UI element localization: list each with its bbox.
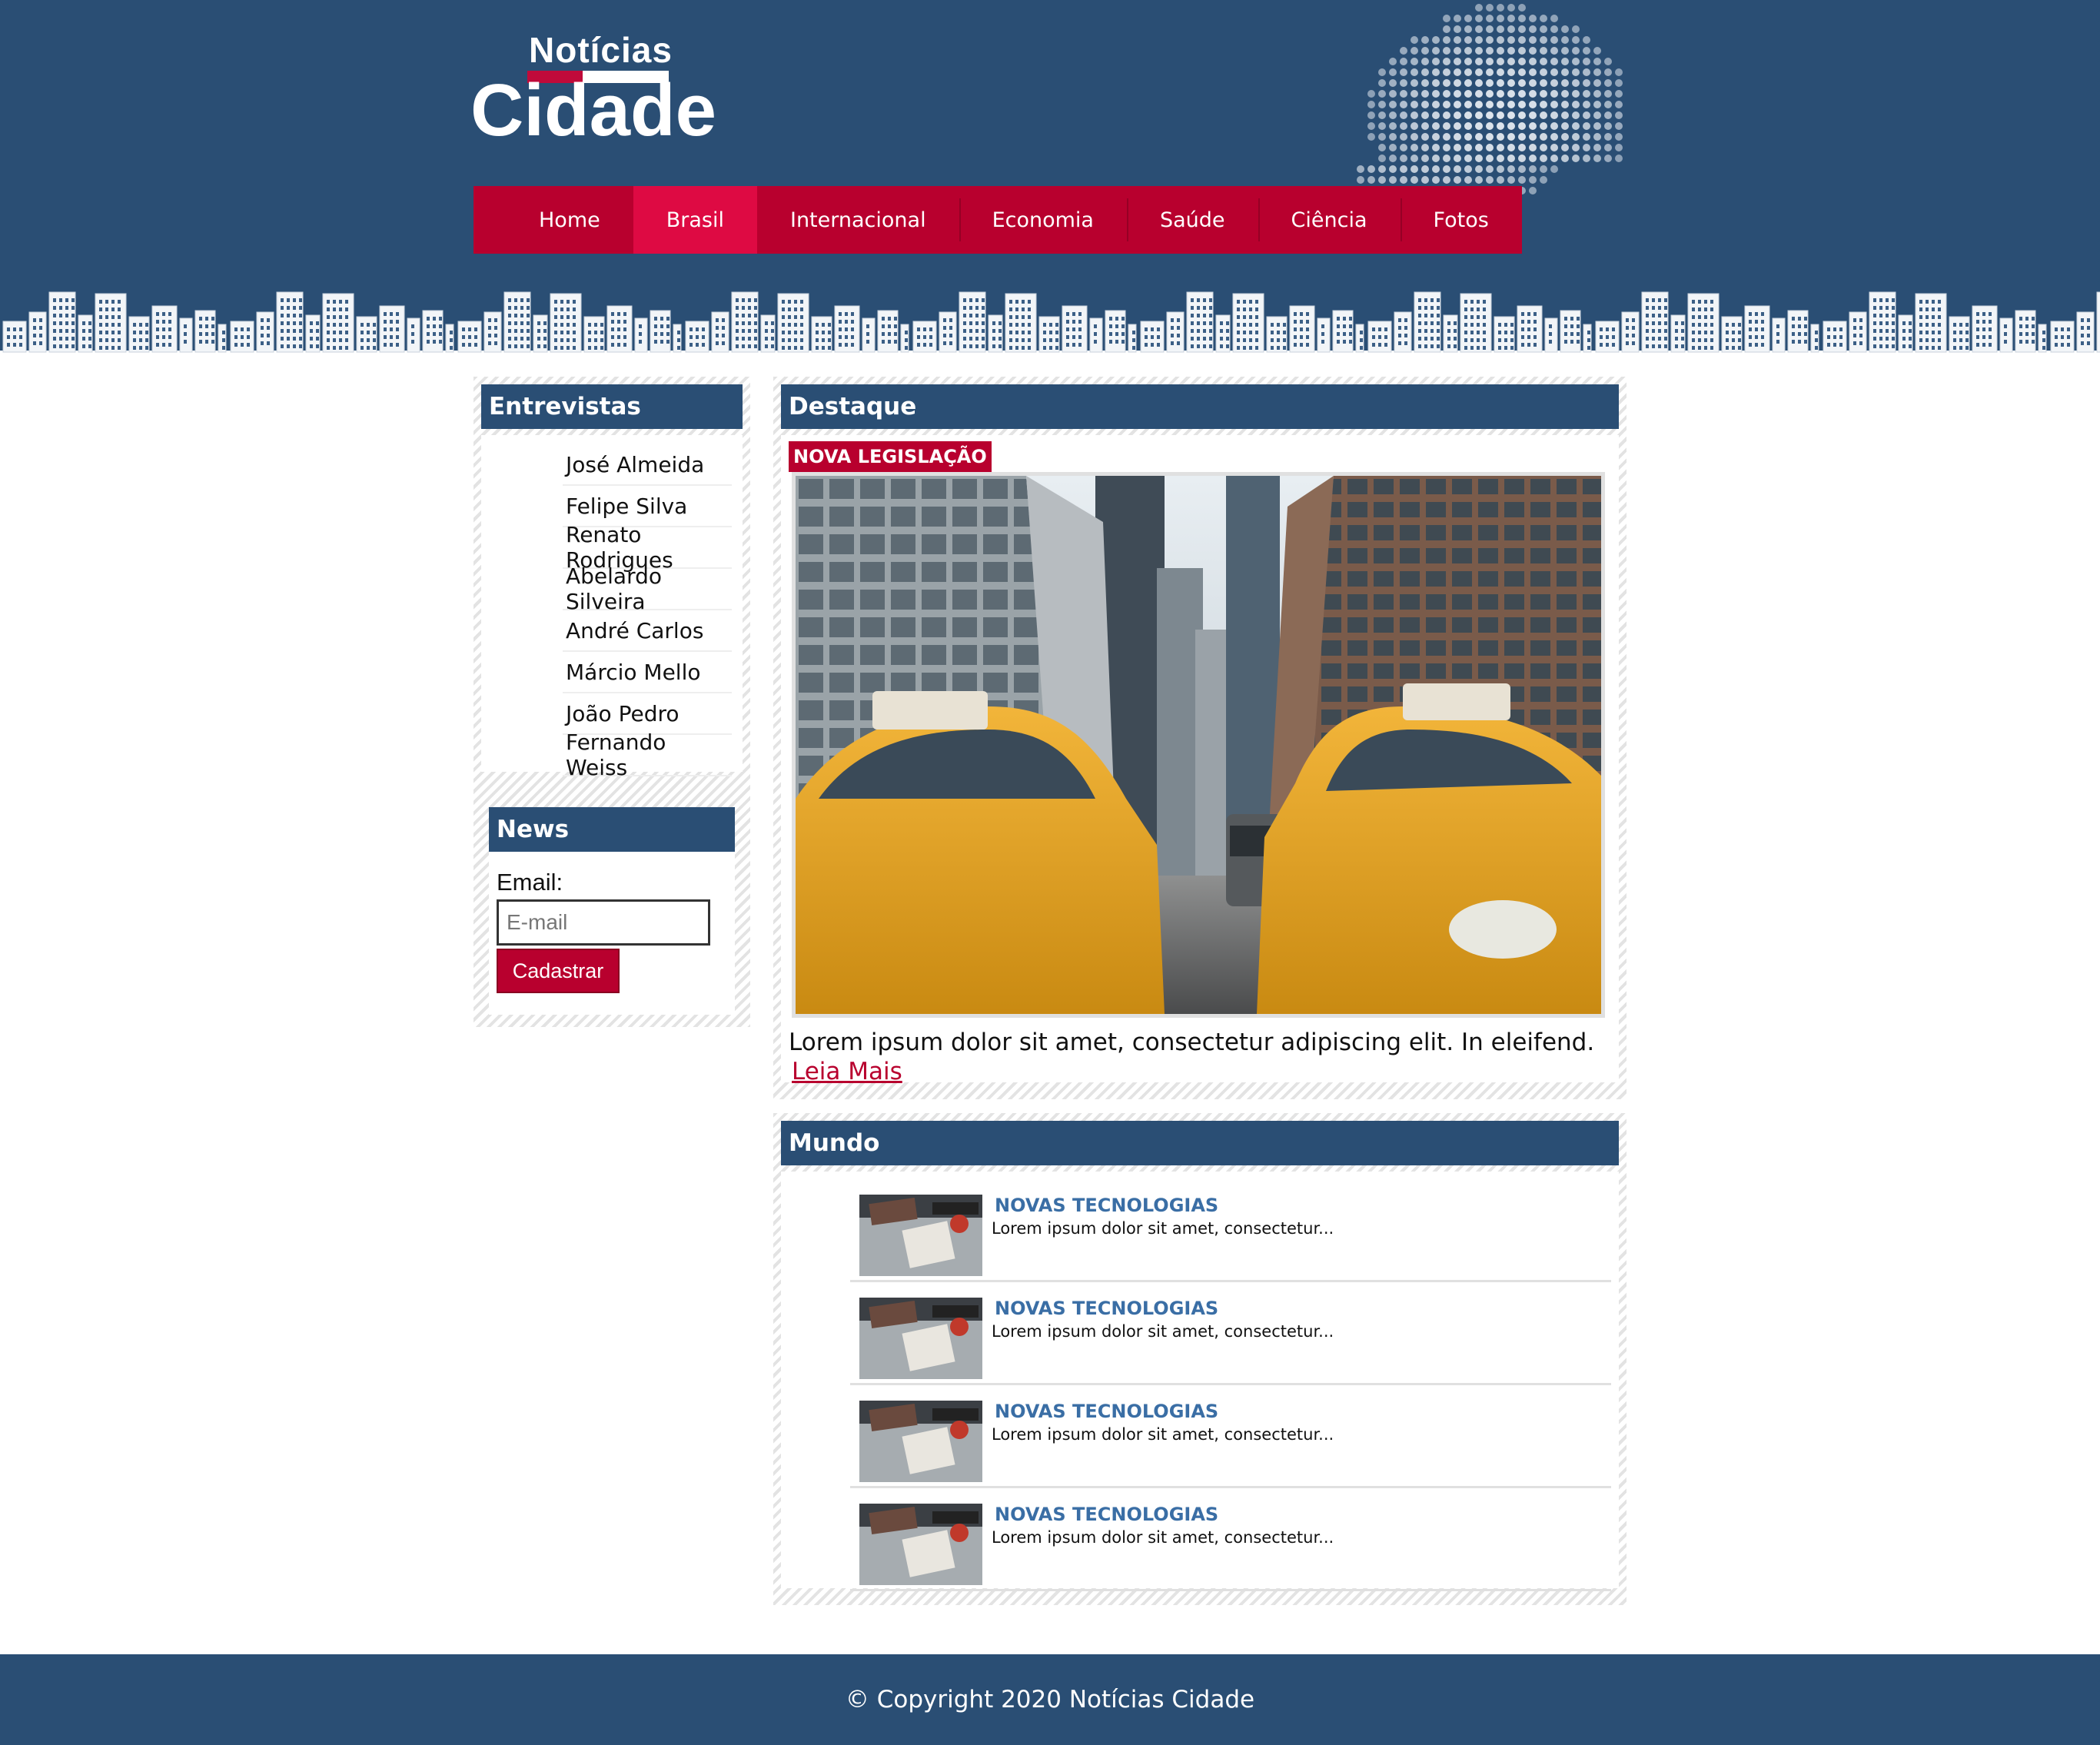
city-skyline-graphic — [0, 291, 2100, 354]
world-section: Mundo NOVAS TECNOLOGIAS Lorem ipsum dolo… — [773, 1113, 1627, 1605]
article-thumbnail[interactable] — [859, 1195, 982, 1276]
featured-photo[interactable] — [792, 472, 1605, 1018]
interviews-heading: Entrevistas — [481, 384, 743, 429]
list-item[interactable]: NOVAS TECNOLOGIAS Lorem ipsum dolor sit … — [850, 1488, 1611, 1591]
interviews-list: José Almeida Felipe Silva Renato Rodrigu… — [481, 435, 743, 780]
nav-item-saude[interactable]: Saúde — [1126, 186, 1258, 254]
article-title[interactable]: NOVAS TECNOLOGIAS — [995, 1504, 1218, 1525]
featured-content: NOVA LEGISLAÇÃO Lorem ipsum dolor sit am… — [781, 435, 1619, 1085]
nav-item-economia[interactable]: Economia — [959, 186, 1127, 254]
logo-top-text: Notícias — [529, 30, 673, 70]
world-heading: Mundo — [781, 1121, 1619, 1165]
subscribe-button[interactable]: Cadastrar — [497, 949, 620, 993]
category-badge: NOVA LEGISLAÇÃO — [789, 441, 992, 472]
interview-item[interactable]: José Almeida — [563, 444, 732, 486]
site-footer: © Copyright 2020 Notícias Cidade — [0, 1654, 2100, 1745]
article-excerpt: Lorem ipsum dolor sit amet, consectetur.… — [992, 1219, 1334, 1238]
nav-item-home[interactable]: Home — [506, 186, 633, 254]
interview-item[interactable]: Márcio Mello — [563, 652, 732, 693]
nav-item-fotos[interactable]: Fotos — [1400, 186, 1522, 254]
interview-item[interactable]: Felipe Silva — [563, 486, 732, 527]
newsletter-box: News Email: Cadastrar — [489, 807, 735, 1015]
article-title[interactable]: NOVAS TECNOLOGIAS — [995, 1401, 1218, 1422]
read-more-link[interactable]: Leia Mais — [792, 1058, 902, 1085]
email-label: Email: — [497, 869, 563, 896]
list-item[interactable]: NOVAS TECNOLOGIAS Lorem ipsum dolor sit … — [850, 1282, 1611, 1385]
article-thumbnail[interactable] — [859, 1298, 982, 1379]
list-item[interactable]: NOVAS TECNOLOGIAS Lorem ipsum dolor sit … — [850, 1179, 1611, 1282]
nav-item-ciencia[interactable]: Ciência — [1258, 186, 1401, 254]
article-excerpt: Lorem ipsum dolor sit amet, consectetur.… — [992, 1322, 1334, 1341]
nav-item-brasil[interactable]: Brasil — [633, 186, 757, 254]
taxi-street-image — [796, 476, 1601, 1014]
logo-main-text: Cidade — [470, 69, 717, 151]
site-header: Notícias Cidade Home Brasil Internaciona… — [0, 0, 2100, 354]
list-item[interactable]: NOVAS TECNOLOGIAS Lorem ipsum dolor sit … — [850, 1385, 1611, 1488]
interview-item[interactable]: André Carlos — [563, 610, 732, 652]
article-title[interactable]: NOVAS TECNOLOGIAS — [995, 1195, 1218, 1216]
interview-item[interactable]: Fernando Weiss — [563, 730, 732, 780]
article-thumbnail[interactable] — [859, 1401, 982, 1482]
featured-excerpt: Lorem ipsum dolor sit amet, consectetur … — [789, 1029, 1595, 1056]
site-logo[interactable]: Notícias Cidade — [470, 29, 724, 152]
newsletter-heading: News — [489, 807, 735, 852]
interview-item[interactable]: Abelardo Silveira — [563, 563, 732, 614]
article-excerpt: Lorem ipsum dolor sit amet, consectetur.… — [992, 1528, 1334, 1547]
main-nav: Home Brasil Internacional Economia Saúde… — [473, 186, 1522, 254]
world-list: NOVAS TECNOLOGIAS Lorem ipsum dolor sit … — [781, 1172, 1619, 1591]
article-thumbnail[interactable] — [859, 1504, 982, 1585]
article-excerpt: Lorem ipsum dolor sit amet, consectetur.… — [992, 1425, 1334, 1444]
sidebar: Entrevistas José Almeida Felipe Silva Re… — [473, 377, 750, 1027]
nav-item-internacional[interactable]: Internacional — [757, 186, 959, 254]
interview-item[interactable]: João Pedro — [563, 693, 732, 735]
interview-item[interactable]: Renato Rodrigues — [563, 522, 732, 573]
email-field[interactable] — [497, 899, 710, 946]
featured-heading: Destaque — [781, 384, 1619, 429]
copyright-text: © Copyright 2020 Notícias Cidade — [845, 1686, 1255, 1713]
article-title[interactable]: NOVAS TECNOLOGIAS — [995, 1298, 1218, 1319]
featured-section: Destaque NOVA LEGISLAÇÃO Lorem ipsum dol… — [773, 377, 1627, 1099]
